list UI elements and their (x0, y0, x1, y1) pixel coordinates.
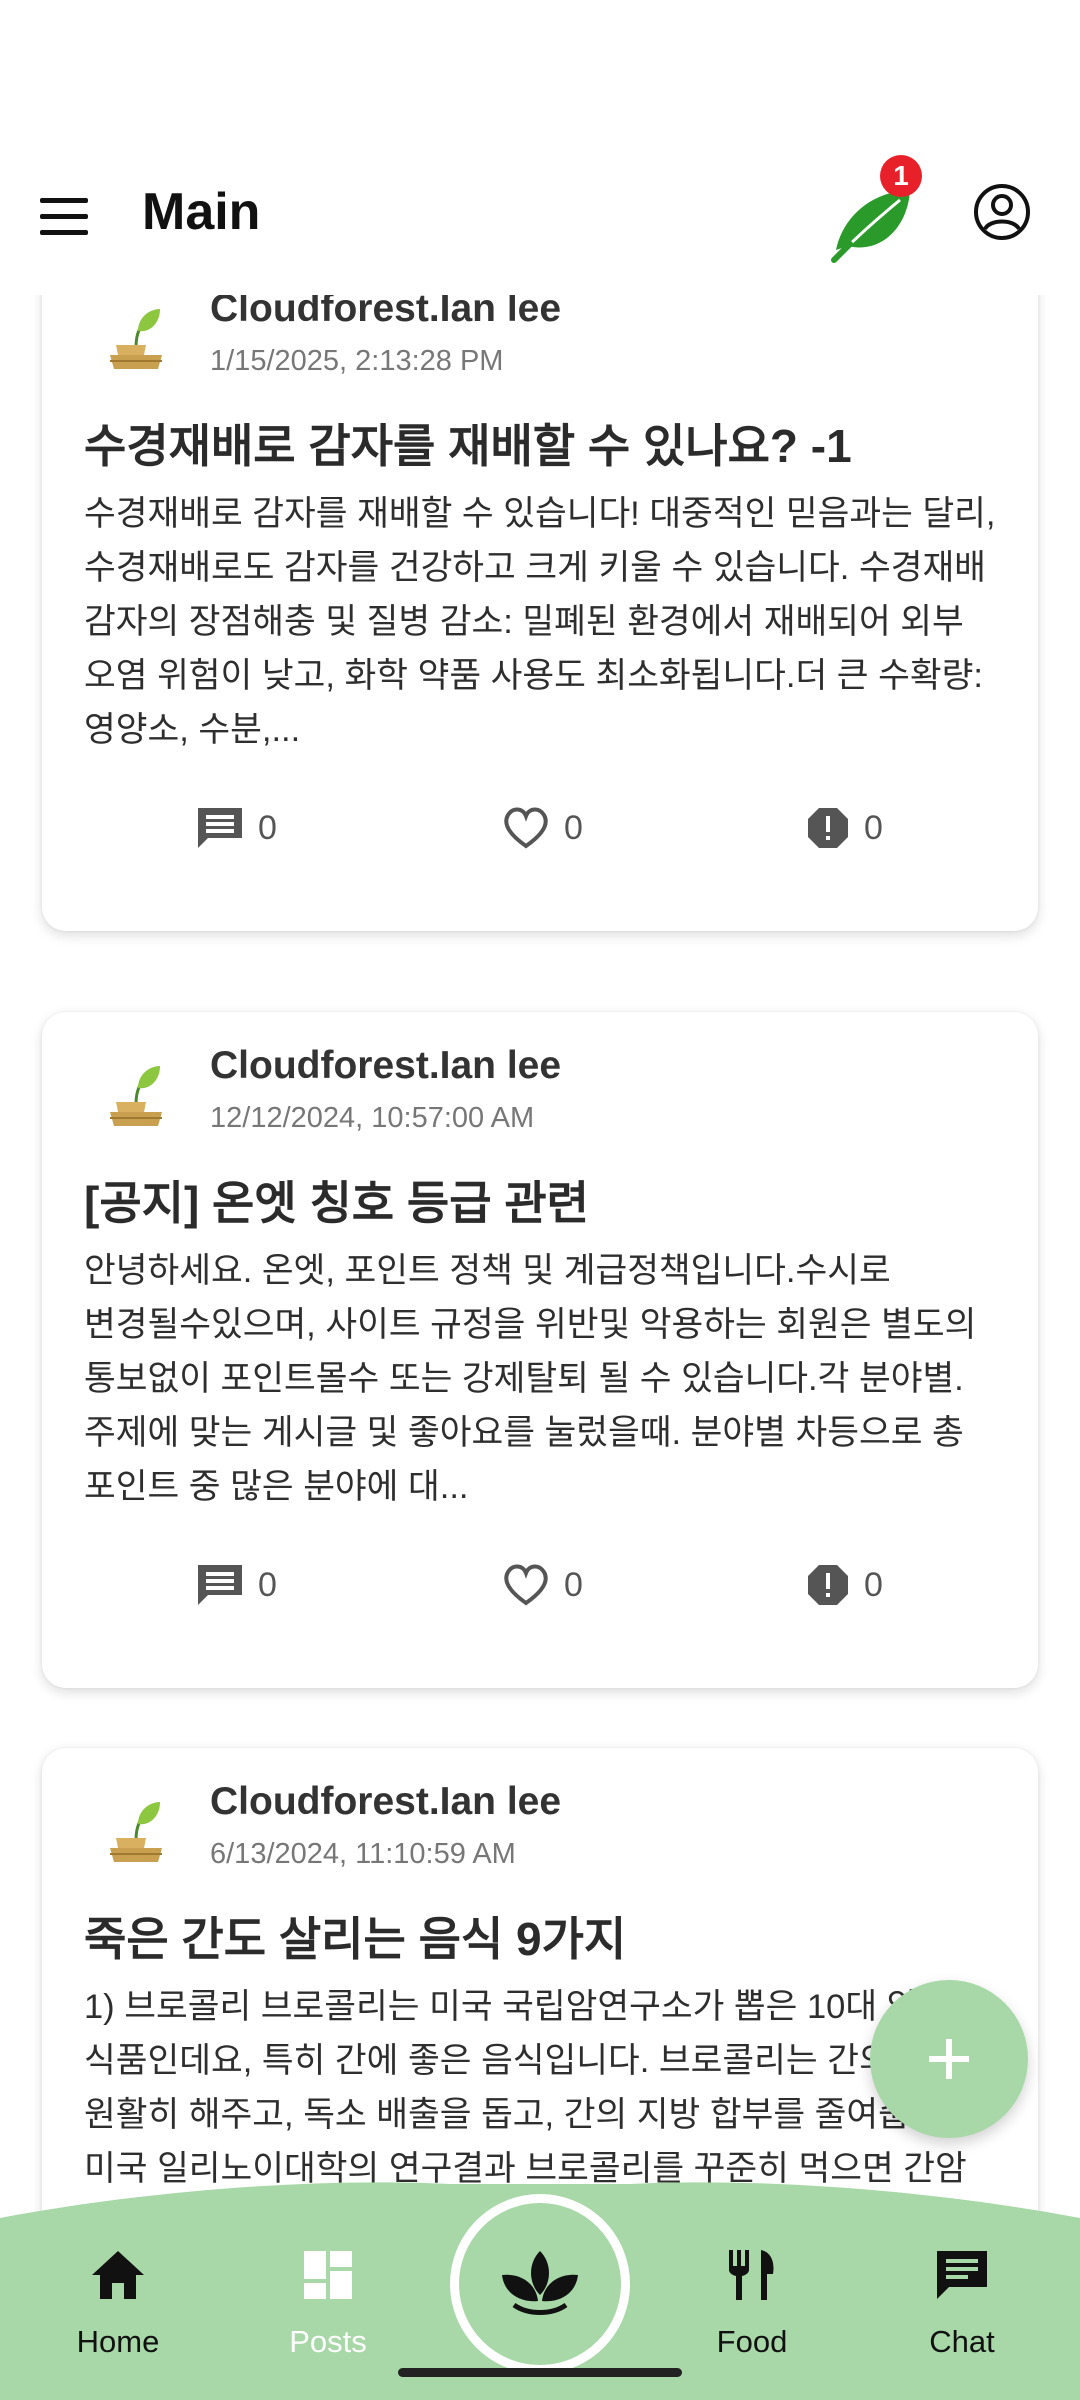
heart-icon (504, 807, 548, 849)
heart-icon (504, 1564, 548, 1606)
notification-badge: 1 (880, 155, 922, 197)
nav-chat[interactable]: Chat (882, 2240, 1042, 2390)
report-button[interactable]: 0 (806, 800, 883, 856)
menu-icon[interactable] (38, 192, 90, 244)
post-date: 1/15/2025, 2:13:28 PM (210, 345, 504, 377)
post-title[interactable]: [공지] 온엣 칭호 등급 관련 (84, 1167, 589, 1233)
post-card[interactable]: Cloudforest.Ian lee 1/15/2025, 2:13:28 P… (42, 295, 1038, 931)
post-stats: 0 0 0 (42, 1557, 1038, 1613)
nav-posts-label: Posts (289, 2324, 367, 2359)
report-icon (808, 808, 848, 848)
sprout-avatar-icon (106, 1060, 166, 1132)
sprout-avatar-icon (106, 303, 166, 375)
nav-home[interactable]: Home (38, 2240, 198, 2390)
comment-count: 0 (258, 808, 277, 847)
post-date: 6/13/2024, 11:10:59 AM (210, 1838, 516, 1870)
post-title[interactable]: 죽은 간도 살리는 음식 9가지 (84, 1903, 626, 1969)
post-card[interactable]: Cloudforest.Ian lee 12/12/2024, 10:57:00… (42, 1012, 1038, 1688)
nav-home-label: Home (76, 2324, 160, 2359)
like-button[interactable]: 0 (502, 1557, 583, 1613)
post-title[interactable]: 수경재배로 감자를 재배할 수 있나요? -1 (84, 410, 852, 476)
plus-icon (929, 2039, 969, 2079)
account-icon[interactable] (972, 182, 1032, 242)
nav-chat-label: Chat (929, 2324, 995, 2359)
report-button[interactable]: 0 (806, 1557, 883, 1613)
chat-icon (935, 2240, 989, 2310)
add-post-button[interactable] (870, 1980, 1028, 2138)
post-stats: 0 0 0 (42, 800, 1038, 856)
page-title: Main (142, 183, 261, 241)
comment-icon (198, 808, 242, 848)
like-count: 0 (564, 808, 583, 847)
home-icon (90, 2240, 146, 2310)
comment-count: 0 (258, 1565, 277, 1604)
bottom-navigation: Home Posts Food Chat (0, 2160, 1080, 2400)
nav-posts[interactable]: Posts (248, 2240, 408, 2390)
post-author[interactable]: Cloudforest.Ian lee (210, 1780, 561, 1824)
post-author[interactable]: Cloudforest.Ian lee (210, 1044, 561, 1088)
like-count: 0 (564, 1565, 583, 1604)
comment-button[interactable]: 0 (196, 800, 277, 856)
center-home-button[interactable] (450, 2194, 630, 2374)
plant-leaves-icon (502, 2251, 578, 2315)
sprout-avatar-icon (106, 1796, 166, 1868)
report-count: 0 (864, 808, 883, 847)
status-bar-area (0, 0, 1080, 150)
report-count: 0 (864, 1565, 883, 1604)
like-button[interactable]: 0 (502, 800, 583, 856)
nav-food-label: Food (716, 2324, 788, 2359)
dashboard-icon (302, 2240, 354, 2310)
nav-food[interactable]: Food (672, 2240, 832, 2390)
post-excerpt[interactable]: 안녕하세요. 온엣, 포인트 정책 및 계급정책입니다.수시로 변경될수있으며,… (84, 1244, 1004, 1514)
comment-icon (198, 1565, 242, 1605)
post-excerpt[interactable]: 수경재배로 감자를 재배할 수 있습니다! 대중적인 믿음과는 달리, 수경재배… (84, 487, 1004, 757)
post-author[interactable]: Cloudforest.Ian lee (210, 295, 561, 331)
restaurant-icon (727, 2240, 777, 2310)
post-date: 12/12/2024, 10:57:00 AM (210, 1102, 535, 1134)
report-icon (808, 1565, 848, 1605)
comment-button[interactable]: 0 (196, 1557, 277, 1613)
gesture-home-indicator[interactable] (398, 2368, 682, 2377)
